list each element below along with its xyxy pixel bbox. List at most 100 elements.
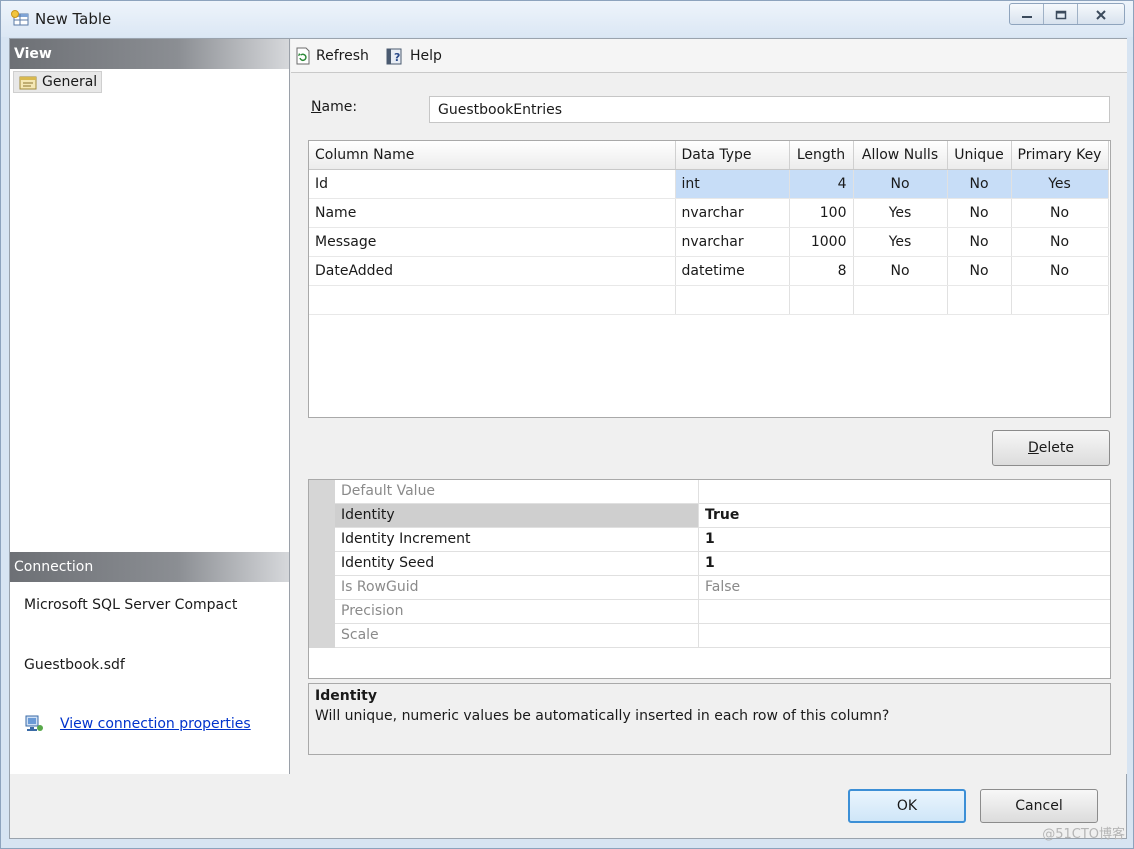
property-row-is-rowguid[interactable]: Is RowGuid False [335,576,1110,600]
cell-allow-nulls[interactable]: No [853,169,948,199]
property-value[interactable]: False [699,576,1110,599]
cell-unique[interactable]: No [947,227,1012,257]
view-item-general-label: General [42,74,98,90]
dialog-client-area: View General Connection Microsoft SQL Se… [9,38,1127,839]
cell-unique[interactable]: No [947,198,1012,228]
refresh-icon [296,47,310,65]
cell-length[interactable] [789,285,854,315]
property-description-panel: Identity Will unique, numeric values be … [308,683,1111,755]
property-name: Precision [335,600,699,623]
new-table-window: New Table View General Connection Micros… [0,0,1134,849]
view-section-header: View [10,39,289,69]
table-row[interactable]: DateAdded datetime 8 No No No [309,256,1109,286]
property-name: Identity Increment [335,528,699,551]
table-row[interactable]: Message nvarchar 1000 Yes No No [309,227,1109,257]
cell-allow-nulls[interactable] [853,285,948,315]
property-name: Scale [335,624,699,647]
cell-data-type[interactable]: nvarchar [675,227,790,257]
cell-length[interactable]: 1000 [789,227,854,257]
connection-section-header: Connection [10,552,289,582]
cell-primary-key[interactable]: Yes [1011,169,1109,199]
property-value[interactable] [699,480,1110,503]
cell-data-type[interactable]: nvarchar [675,198,790,228]
minimize-icon [1021,16,1032,18]
name-label-text: ame: [321,99,358,115]
cell-primary-key[interactable]: No [1011,198,1109,228]
cell-unique[interactable] [947,285,1012,315]
delete-button[interactable]: Delete [992,430,1110,466]
connection-file: Guestbook.sdf [24,657,125,673]
help-button[interactable]: ? Help [385,45,442,67]
close-icon [1096,10,1106,20]
view-connection-properties-link[interactable]: View connection properties [60,716,251,732]
cancel-button[interactable]: Cancel [980,789,1098,823]
right-panel: Refresh ? Help Name: GuestbookEntries Co… [291,39,1127,774]
connection-properties-icon [25,715,43,731]
property-value[interactable] [699,600,1110,623]
help-label: Help [410,48,442,64]
cell-primary-key[interactable] [1011,285,1109,315]
header-data-type[interactable]: Data Type [675,141,790,170]
cell-data-type[interactable]: datetime [675,256,790,286]
title-bar: New Table [1,1,1133,37]
cell-primary-key[interactable]: No [1011,256,1109,286]
settings-page-icon [19,76,37,90]
property-value[interactable] [699,624,1110,647]
cell-column-name[interactable]: Name [309,198,676,228]
new-row-placeholder[interactable] [309,285,1109,315]
property-row-identity-increment[interactable]: Identity Increment 1 [335,528,1110,552]
columns-header-row: Column Name Data Type Length Allow Nulls… [309,141,1109,170]
cell-allow-nulls[interactable]: No [853,256,948,286]
cell-length[interactable]: 100 [789,198,854,228]
cell-unique[interactable]: No [947,169,1012,199]
cell-column-name[interactable]: Message [309,227,676,257]
close-button[interactable] [1078,4,1124,24]
columns-table: Column Name Data Type Length Allow Nulls… [309,141,1109,315]
header-length[interactable]: Length [789,141,854,170]
description-text: Will unique, numeric values be automatic… [315,708,890,724]
property-row-identity-seed[interactable]: Identity Seed 1 [335,552,1110,576]
name-label: Name: [311,99,357,115]
ok-button[interactable]: OK [848,789,966,823]
header-primary-key[interactable]: Primary Key [1011,141,1109,170]
cell-allow-nulls[interactable]: Yes [853,227,948,257]
cell-length[interactable]: 4 [789,169,854,199]
property-row-default-value[interactable]: Default Value [335,480,1110,504]
cell-primary-key[interactable]: No [1011,227,1109,257]
refresh-button[interactable]: Refresh [295,45,369,67]
property-name: Identity Seed [335,552,699,575]
cell-column-name[interactable] [309,285,676,315]
cell-column-name[interactable]: Id [309,169,676,199]
cell-column-name[interactable]: DateAdded [309,256,676,286]
cell-data-type[interactable]: int [675,169,790,199]
property-row-scale[interactable]: Scale [335,624,1110,648]
table-row[interactable]: Name nvarchar 100 Yes No No [309,198,1109,228]
svg-text:?: ? [394,51,400,64]
property-value[interactable]: 1 [699,528,1110,551]
property-value[interactable]: True [699,504,1110,527]
cell-allow-nulls[interactable]: Yes [853,198,948,228]
table-row[interactable]: Id int 4 No No Yes [309,169,1109,199]
property-row-identity[interactable]: Identity True [335,504,1110,528]
cell-unique[interactable]: No [947,256,1012,286]
cell-length[interactable]: 8 [789,256,854,286]
property-row-precision[interactable]: Precision [335,600,1110,624]
maximize-icon [1055,10,1066,20]
header-allow-nulls[interactable]: Allow Nulls [853,141,948,170]
table-name-input[interactable] [429,96,1110,123]
caption-buttons [1009,3,1125,25]
cell-data-type[interactable] [675,285,790,315]
minimize-button[interactable] [1010,4,1044,24]
delete-button-accelerator: D [1028,440,1039,456]
left-panel: View General Connection Microsoft SQL Se… [10,39,290,774]
maximize-button[interactable] [1044,4,1078,24]
delete-button-label: elete [1038,440,1074,456]
view-item-general[interactable]: General [13,71,103,93]
header-unique[interactable]: Unique [947,141,1012,170]
property-value[interactable]: 1 [699,552,1110,575]
property-name: Identity [335,504,699,527]
table-icon [11,10,29,26]
header-column-name[interactable]: Column Name [309,141,676,170]
connection-provider: Microsoft SQL Server Compact [24,597,238,613]
watermark: @51CTO博客 [1042,827,1125,842]
